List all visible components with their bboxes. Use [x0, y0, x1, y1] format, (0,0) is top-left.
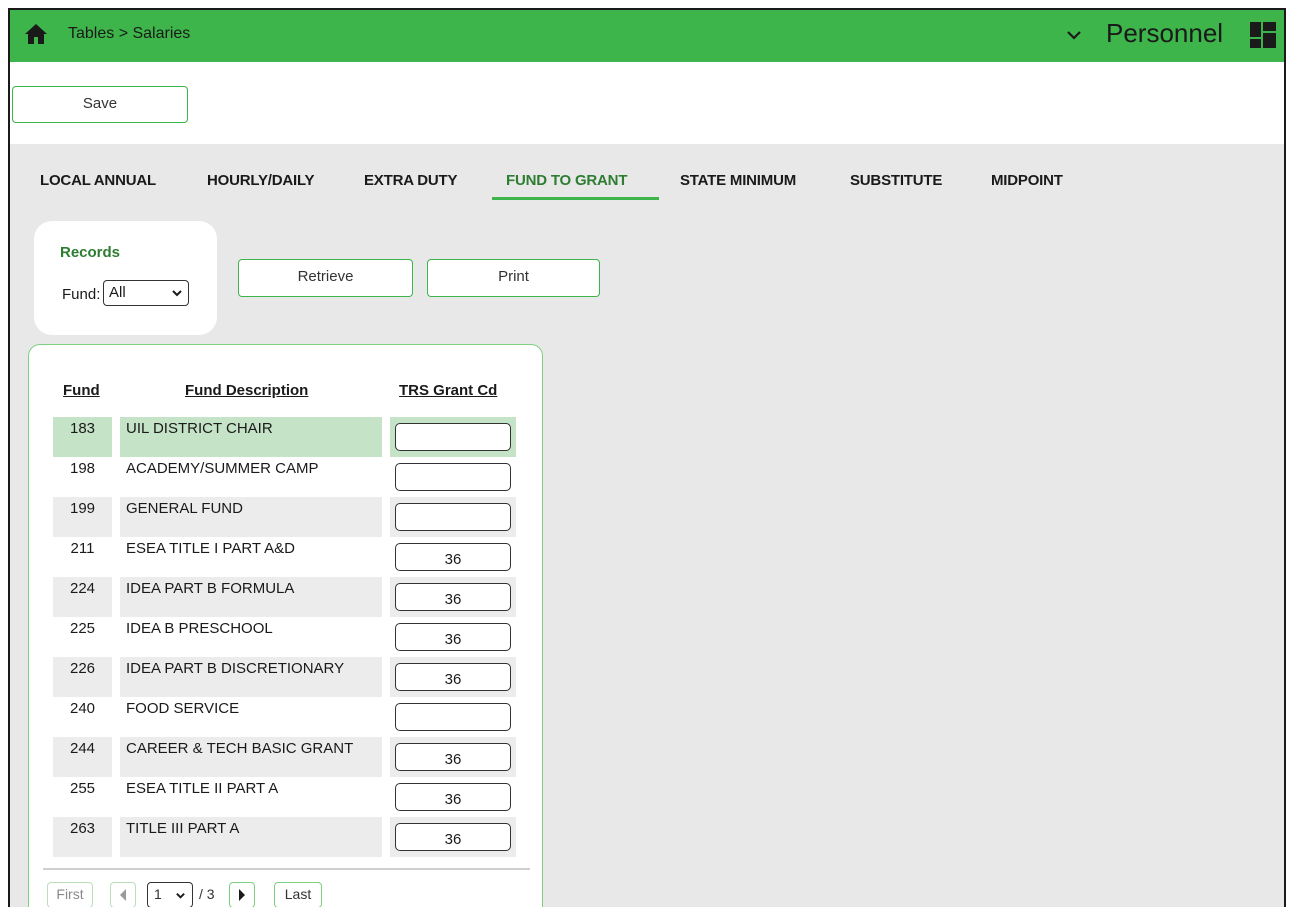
save-button[interactable]: Save	[12, 86, 188, 123]
chevron-down-icon	[172, 290, 182, 297]
table-row[interactable]: 224 IDEA PART B FORMULA 36	[53, 577, 523, 617]
save-toolbar: Save	[10, 62, 1284, 144]
table-divider	[43, 868, 530, 870]
tab-extra-duty[interactable]: EXTRA DUTY	[364, 172, 457, 189]
chevron-down-icon	[176, 893, 185, 899]
table-row[interactable]: 240 FOOD SERVICE	[53, 697, 523, 737]
description-cell: ESEA TITLE II PART A	[126, 780, 279, 797]
active-tab-indicator	[492, 197, 659, 200]
retrieve-button[interactable]: Retrieve	[238, 259, 413, 297]
fund-select[interactable]: All	[103, 280, 189, 306]
tab-hourly-daily[interactable]: HOURLY/DAILY	[207, 172, 315, 189]
tab-local-annual[interactable]: LOCAL ANNUAL	[40, 172, 156, 189]
trs-grant-input[interactable]	[395, 503, 511, 531]
fund-select-value: All	[109, 284, 126, 301]
page-count: / 3	[199, 886, 215, 902]
chevron-down-icon[interactable]	[1065, 26, 1083, 44]
table-row[interactable]: 226 IDEA PART B DISCRETIONARY 36	[53, 657, 523, 697]
description-cell: TITLE III PART A	[120, 817, 382, 857]
tab-state-minimum[interactable]: STATE MINIMUM	[680, 172, 796, 189]
description-cell: IDEA PART B FORMULA	[120, 577, 382, 617]
trs-grant-input[interactable]	[395, 703, 511, 731]
tab-bar: LOCAL ANNUAL HOURLY/DAILY EXTRA DUTY FUN…	[10, 144, 1284, 204]
chevron-right-icon	[239, 889, 245, 901]
trs-grant-input[interactable]: 36	[395, 623, 511, 651]
last-page-button[interactable]: Last	[274, 882, 322, 907]
table-row[interactable]: 255 ESEA TITLE II PART A 36	[53, 777, 523, 817]
trs-grant-input[interactable]: 36	[395, 783, 511, 811]
trs-grant-input[interactable]	[395, 463, 511, 491]
fund-grant-table: Fund Fund Description TRS Grant Cd 183 U…	[28, 344, 543, 907]
fund-cell: 240	[69, 700, 96, 717]
description-cell: IDEA PART B DISCRETIONARY	[120, 657, 382, 697]
column-header-fund-description[interactable]: Fund Description	[185, 382, 308, 399]
table-row[interactable]: 198 ACADEMY/SUMMER CAMP	[53, 457, 523, 497]
print-button[interactable]: Print	[427, 259, 600, 297]
table-row[interactable]: 225 IDEA B PRESCHOOL 36	[53, 617, 523, 657]
column-header-fund[interactable]: Fund	[63, 382, 100, 399]
breadcrumb[interactable]: Tables > Salaries	[68, 25, 190, 43]
page-select[interactable]: 1	[147, 882, 193, 907]
description-cell: UIL DISTRICT CHAIR	[120, 417, 382, 457]
records-title: Records	[60, 244, 121, 261]
home-icon[interactable]	[24, 22, 48, 46]
description-cell: CAREER & TECH BASIC GRANT	[120, 737, 382, 777]
description-cell: IDEA B PRESCHOOL	[126, 620, 273, 637]
fund-cell: 183	[53, 417, 112, 457]
table-row[interactable]: 263 TITLE III PART A 36	[53, 817, 523, 857]
fund-cell: 263	[53, 817, 112, 857]
trs-grant-input[interactable]: 36	[395, 583, 511, 611]
chevron-left-icon	[120, 889, 126, 901]
tab-fund-to-grant[interactable]: FUND TO GRANT	[506, 172, 627, 189]
records-filter-panel: Records Fund: All	[34, 221, 217, 335]
first-page-button[interactable]: First	[47, 882, 93, 907]
fund-cell: 198	[69, 460, 96, 477]
description-cell: ESEA TITLE I PART A&D	[126, 540, 295, 557]
table-row[interactable]: 183 UIL DISTRICT CHAIR	[53, 417, 523, 457]
trs-grant-input[interactable]: 36	[395, 663, 511, 691]
app-window: Tables > Salaries Personnel Save LOCAL A…	[8, 8, 1286, 907]
app-name[interactable]: Personnel	[1106, 18, 1223, 49]
table-row[interactable]: 199 GENERAL FUND	[53, 497, 523, 537]
fund-cell: 244	[53, 737, 112, 777]
tab-midpoint[interactable]: MIDPOINT	[991, 172, 1063, 189]
page-select-value: 1	[154, 886, 162, 902]
trs-grant-input[interactable]: 36	[395, 823, 511, 851]
fund-cell: 225	[69, 620, 96, 637]
description-cell: GENERAL FUND	[120, 497, 382, 537]
column-header-trs-grant-cd[interactable]: TRS Grant Cd	[399, 382, 497, 399]
trs-grant-input[interactable]: 36	[395, 743, 511, 771]
fund-cell: 211	[70, 540, 95, 557]
description-cell: FOOD SERVICE	[126, 700, 240, 717]
tab-substitute[interactable]: SUBSTITUTE	[850, 172, 942, 189]
fund-label: Fund:	[62, 286, 101, 303]
fund-cell: 226	[53, 657, 112, 697]
table-row[interactable]: 211 ESEA TITLE I PART A&D 36	[53, 537, 523, 577]
fund-cell: 199	[53, 497, 112, 537]
fund-cell: 224	[53, 577, 112, 617]
grid-icon[interactable]	[1250, 22, 1276, 48]
previous-page-button[interactable]	[110, 882, 136, 907]
top-bar: Tables > Salaries Personnel	[10, 10, 1284, 62]
trs-grant-input[interactable]	[395, 423, 511, 451]
table-row[interactable]: 244 CAREER & TECH BASIC GRANT 36	[53, 737, 523, 777]
next-page-button[interactable]	[229, 882, 255, 907]
fund-cell: 255	[69, 780, 96, 797]
trs-grant-input[interactable]: 36	[395, 543, 511, 571]
description-cell: ACADEMY/SUMMER CAMP	[126, 460, 319, 477]
